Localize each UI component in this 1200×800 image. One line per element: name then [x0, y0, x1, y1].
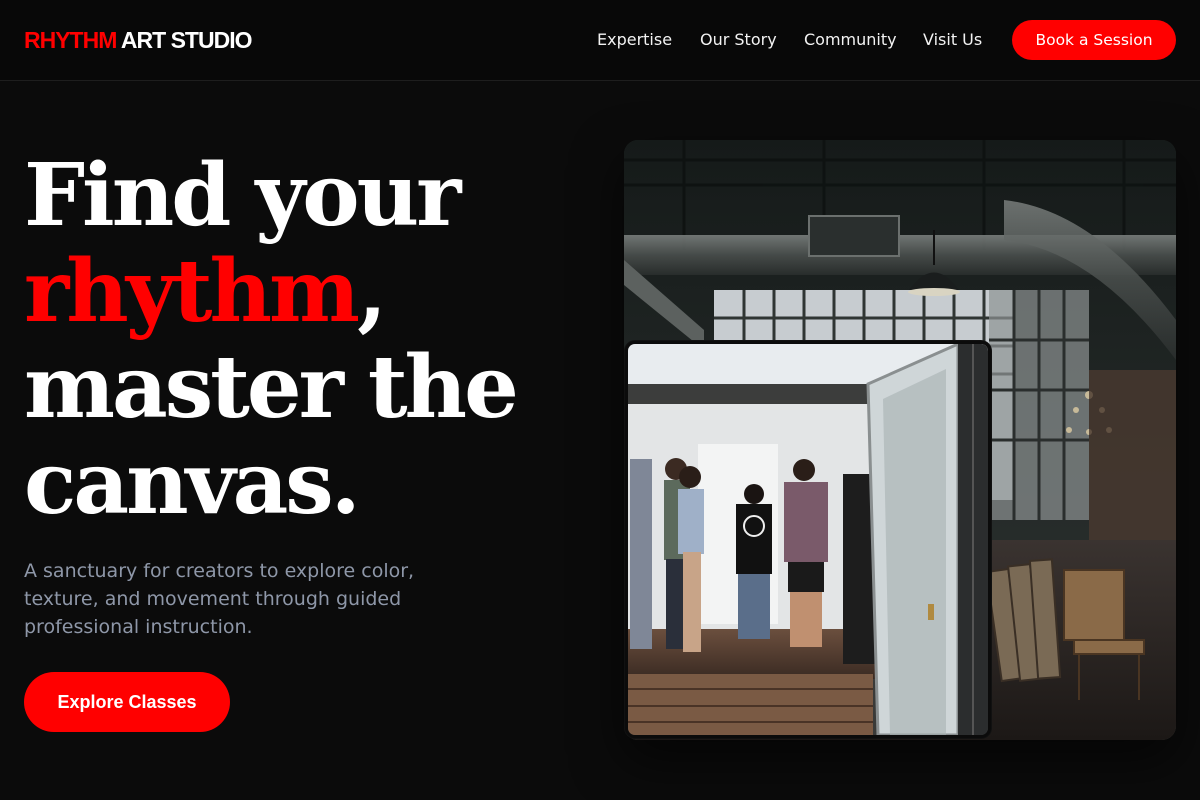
hero-title-line-1: Find your — [24, 145, 462, 246]
nav-link-our-story[interactable]: Our Story — [700, 30, 777, 50]
hero-title-line-3: master the — [24, 337, 519, 438]
nav-link-community[interactable]: Community — [804, 30, 897, 50]
hero-subtitle: A sanctuary for creators to explore colo… — [24, 560, 415, 638]
hero-title-comma: , — [357, 241, 387, 342]
brand-logo-rest: ART STUDIO — [116, 27, 253, 53]
nav-link-visit-us[interactable]: Visit Us — [923, 30, 982, 50]
landing-page: RHYTHM ART STUDIO Expertise Our Story Co… — [0, 0, 1200, 800]
hero-title-line-4: canvas. — [24, 433, 361, 534]
gallery-photo-illustration — [628, 344, 988, 735]
brand-logo-accent: RHYTHM — [24, 27, 117, 53]
hero-title-accent: rhythm — [24, 241, 360, 342]
hero-title-line-2: rhythm, — [24, 244, 584, 340]
nav-link-expertise[interactable]: Expertise — [597, 30, 672, 50]
gallery-visitors-photo — [625, 341, 991, 738]
explore-classes-button[interactable]: Explore Classes — [24, 672, 230, 732]
brand-logo[interactable]: RHYTHM ART STUDIO — [24, 26, 253, 54]
site-header: RHYTHM ART STUDIO Expertise Our Story Co… — [0, 0, 1200, 81]
book-session-button[interactable]: Book a Session — [1012, 20, 1176, 60]
hero-title: Find your rhythm, master the canvas. — [24, 148, 584, 532]
